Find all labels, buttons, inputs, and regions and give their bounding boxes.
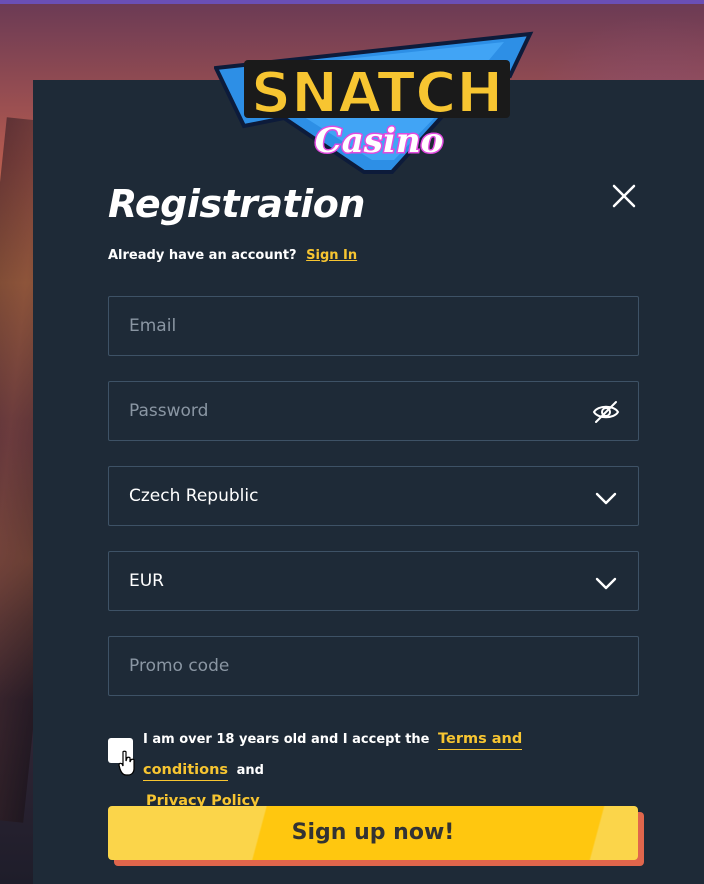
registration-title: Registration bbox=[108, 182, 365, 226]
password-field-wrapper bbox=[108, 381, 639, 441]
signup-button[interactable]: Sign up now! bbox=[108, 806, 638, 860]
chevron-down-icon bbox=[595, 577, 617, 590]
chevron-down-icon bbox=[595, 492, 617, 505]
signup-button-label: Sign up now! bbox=[291, 820, 455, 845]
top-accent-bar bbox=[0, 0, 704, 4]
country-select-value: Czech Republic bbox=[129, 486, 259, 506]
eye-off-icon[interactable] bbox=[592, 400, 620, 424]
country-select[interactable]: Czech Republic bbox=[108, 466, 639, 526]
password-field[interactable] bbox=[129, 382, 569, 440]
promo-code-field[interactable] bbox=[129, 637, 569, 695]
logo-main-text: SNATCH bbox=[251, 61, 503, 126]
signin-prompt: Already have an account? Sign In bbox=[108, 248, 357, 263]
signin-link[interactable]: Sign In bbox=[306, 248, 357, 263]
hand-cursor-icon bbox=[118, 750, 135, 776]
logo-sub-text: Casino bbox=[315, 121, 444, 161]
close-icon[interactable] bbox=[604, 178, 644, 214]
email-field[interactable] bbox=[129, 297, 569, 355]
signin-prompt-text: Already have an account? bbox=[108, 248, 297, 263]
promo-field-wrapper bbox=[108, 636, 639, 696]
terms-and: and bbox=[236, 763, 264, 778]
terms-text: I am over 18 years old and I accept the … bbox=[143, 724, 613, 817]
terms-prefix: I am over 18 years old and I accept the bbox=[143, 732, 430, 747]
snatch-casino-logo: SNATCH Casino bbox=[214, 31, 534, 174]
currency-select[interactable]: EUR bbox=[108, 551, 639, 611]
email-field-wrapper bbox=[108, 296, 639, 356]
currency-select-value: EUR bbox=[129, 571, 164, 591]
